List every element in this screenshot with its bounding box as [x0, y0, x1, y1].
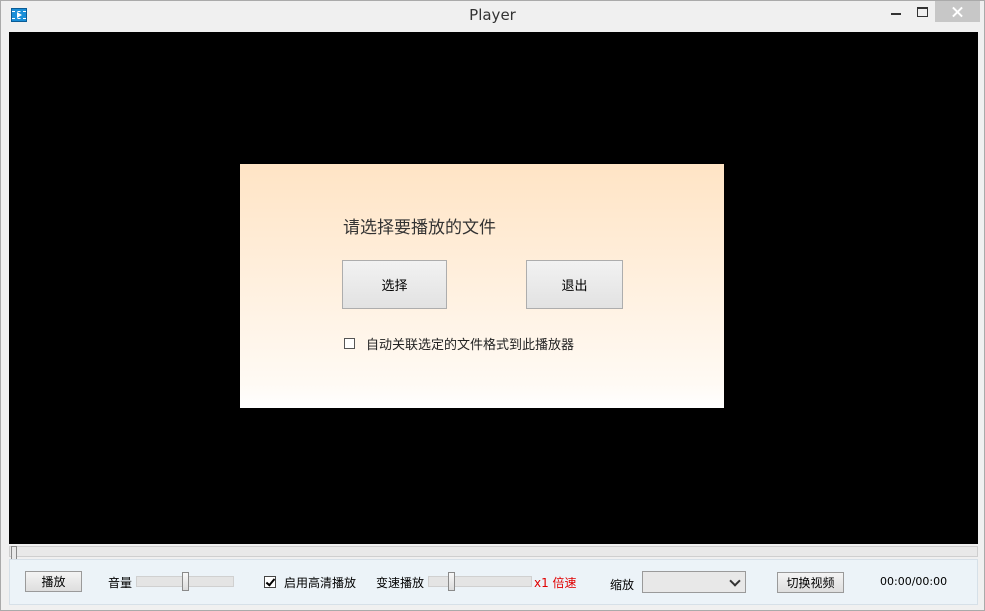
volume-label: 音量	[108, 576, 133, 590]
associate-option[interactable]: 自动关联选定的文件格式到此播放器	[344, 334, 574, 353]
player-window: Player 请选择要播放的文件 选择 退出 自动关联选定的文件格式到此播放器 …	[0, 0, 985, 611]
hd-label: 启用高清播放	[284, 576, 357, 590]
maximize-button[interactable]	[909, 1, 935, 22]
hd-checkbox[interactable]	[264, 576, 276, 588]
zoom-select[interactable]	[642, 571, 746, 593]
associate-label: 自动关联选定的文件格式到此播放器	[366, 338, 575, 353]
speed-slider[interactable]	[428, 572, 532, 591]
chevron-down-icon	[729, 575, 741, 587]
speed-value: x1 倍速	[534, 576, 577, 590]
volume-slider[interactable]	[136, 572, 234, 591]
zoom-label: 缩放	[610, 578, 635, 592]
associate-checkbox[interactable]	[344, 338, 355, 349]
time-display: 00:00/00:00	[880, 575, 948, 588]
video-area: 请选择要播放的文件 选择 退出 自动关联选定的文件格式到此播放器	[9, 32, 978, 544]
speed-slider-thumb[interactable]	[448, 572, 455, 591]
control-bar: 播放 音量 启用高清播放 变速播放 x1 倍速 缩放 切换视频 00:00/00…	[9, 559, 978, 605]
window-title: Player	[469, 6, 516, 24]
seek-bar[interactable]	[9, 546, 978, 562]
speed-label: 变速播放	[376, 576, 425, 590]
exit-button[interactable]: 退出	[526, 260, 623, 309]
title-bar: Player	[1, 1, 984, 31]
close-button[interactable]	[935, 1, 980, 22]
select-file-prompt: 请选择要播放的文件	[343, 218, 496, 238]
play-button[interactable]: 播放	[25, 571, 82, 592]
minimize-button[interactable]	[882, 1, 909, 22]
switch-video-button[interactable]: 切换视频	[777, 572, 844, 593]
volume-slider-thumb[interactable]	[182, 572, 189, 591]
file-select-panel: 请选择要播放的文件 选择 退出 自动关联选定的文件格式到此播放器	[240, 164, 724, 408]
select-button[interactable]: 选择	[342, 260, 447, 309]
